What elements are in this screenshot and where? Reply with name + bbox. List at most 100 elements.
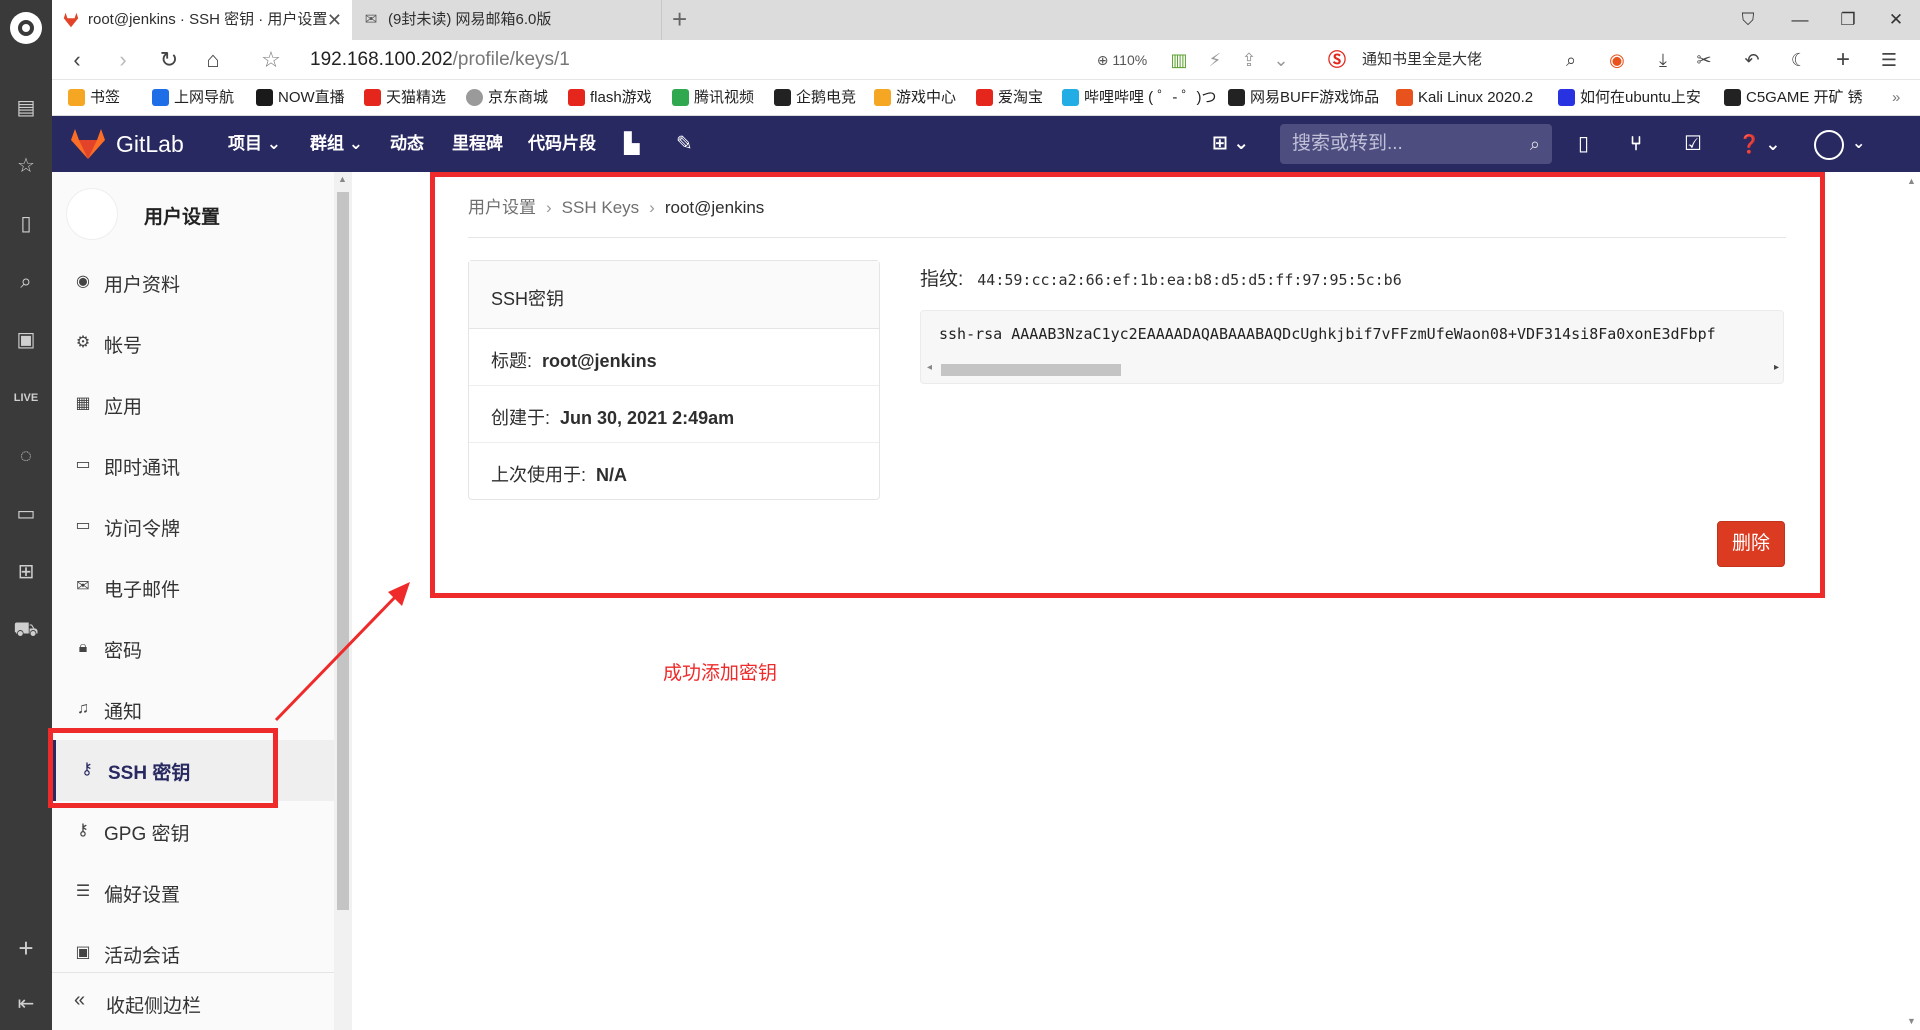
bookmarks-more-icon[interactable]: » [1892, 80, 1900, 116]
download-icon[interactable]: ⤓ [1648, 40, 1678, 80]
scroll-up-icon[interactable]: ▲ [1907, 176, 1916, 186]
reader-icon[interactable]: ▤ [12, 94, 40, 122]
bookmark-favicon-icon [774, 89, 791, 106]
bookmark-item[interactable]: 爱淘宝 [976, 80, 1043, 116]
bookmark-item[interactable]: 哔哩哔哩 ( ゜- ゜)つ [1062, 80, 1234, 116]
sidebar-item-applications[interactable]: ▦ 应用 [52, 374, 334, 435]
bookmark-favicon-icon [1228, 89, 1245, 106]
bookmark-favicon-icon [1558, 89, 1575, 106]
flash-icon[interactable]: ⚡ [1200, 40, 1230, 80]
chart-icon[interactable]: ▙ [624, 116, 639, 172]
bookmark-label: 京东商城 [488, 89, 549, 106]
add-icon[interactable]: + [12, 934, 40, 962]
issues-icon[interactable]: ▯ [1578, 116, 1589, 172]
reload-icon[interactable]: ↻ [152, 40, 186, 80]
url-field[interactable]: 192.168.100.202/profile/keys/1 [310, 48, 570, 72]
scroll-up-icon[interactable]: ▲ [338, 174, 347, 184]
zoom-indicator[interactable]: ⊕ 110% [1082, 40, 1162, 80]
search-icon[interactable]: ⌕ [12, 268, 40, 296]
nav-snippets[interactable]: 代码片段 [528, 116, 596, 172]
dropdown-chevron-icon[interactable]: ⌄ [1266, 40, 1296, 80]
bookmark-item[interactable]: flash游戏 [568, 80, 652, 116]
sidebar-header[interactable]: 用户设置 [66, 186, 326, 242]
skin-icon[interactable]: ⛉ [1728, 0, 1768, 40]
live-icon[interactable]: LIVE [12, 384, 40, 412]
search-box[interactable]: ⌕ [1280, 124, 1552, 164]
favorites-star-icon[interactable]: ☆ [12, 152, 40, 180]
wrench-icon[interactable]: ✎ [676, 116, 693, 172]
search-go-icon[interactable]: ⌕ [1556, 40, 1586, 80]
sidebar-item-access-tokens[interactable]: ▭ 访问令牌 [52, 496, 334, 557]
bookmark-item[interactable]: 腾讯视频 [672, 80, 754, 116]
menu-icon[interactable]: ☰ [1874, 40, 1904, 80]
nav-groups[interactable]: 群组 ⌄ [310, 116, 363, 172]
home-icon[interactable]: ⌂ [196, 40, 230, 80]
chat-bubble-icon[interactable]: ◌ [12, 442, 40, 470]
book-icon[interactable]: ▯ [12, 210, 40, 238]
mail-favicon-icon: ✉ [364, 11, 378, 28]
reading-mode-icon[interactable]: ▥ [1164, 40, 1194, 80]
gitlab-brand[interactable]: GitLab [116, 116, 184, 172]
bookmark-item[interactable]: Kali Linux 2020.2 [1396, 80, 1556, 116]
sidebar-item-chat[interactable]: ▭ 即时通讯 [52, 435, 334, 496]
nav-milestones[interactable]: 里程碑 [452, 116, 503, 172]
nav-activity[interactable]: 动态 [390, 116, 424, 172]
tab-close-icon[interactable]: ✕ [327, 0, 342, 40]
help-icon[interactable]: ❓ ⌄ [1738, 116, 1781, 172]
video-icon[interactable]: ▣ [12, 326, 40, 354]
briefcase-icon[interactable]: ▭ [12, 500, 40, 528]
forward-icon[interactable]: › [106, 40, 140, 80]
restore-icon[interactable]: ❐ [1828, 0, 1868, 40]
new-tab-icon[interactable]: + [672, 0, 687, 38]
gitlab-header: GitLab 项目 ⌄ 群组 ⌄ 动态 里程碑 代码片段 ▙ ✎ ⊞ ⌄ ⌕ ▯… [52, 116, 1920, 172]
bookmark-item[interactable]: 如何在ubuntu上安 [1558, 80, 1720, 116]
minimize-icon[interactable]: — [1780, 0, 1820, 40]
todo-icon[interactable]: ☑ [1684, 116, 1702, 172]
search-hint[interactable]: 通知书里全是大佬 [1362, 40, 1482, 80]
gitlab-logo-icon[interactable] [70, 128, 106, 160]
search-input[interactable] [1292, 124, 1512, 164]
bookmark-label: flash游戏 [590, 89, 652, 106]
browser-logo-icon[interactable] [10, 12, 42, 44]
merge-request-icon[interactable]: ⑂ [1630, 116, 1642, 172]
avatar[interactable] [1814, 130, 1844, 160]
annotation-highlight-main [430, 172, 1825, 598]
scroll-down-icon[interactable]: ▼ [1907, 1016, 1916, 1026]
game-icon[interactable]: ◉ [1602, 40, 1632, 80]
tab-gitlab[interactable]: root@jenkins · SSH 密钥 · 用户设置 ✕ [52, 0, 352, 40]
undo-icon[interactable]: ↶ [1734, 40, 1770, 80]
chat-icon: ▭ [75, 456, 91, 473]
page-scrollbar[interactable]: ▲ ▼ [1904, 172, 1920, 1030]
bookmark-star-icon[interactable]: ☆ [254, 40, 288, 80]
sidebar-item-preferences[interactable]: ☰ 偏好设置 [52, 862, 334, 923]
night-mode-icon[interactable]: ☾ [1784, 40, 1814, 80]
share-icon[interactable]: ⇪ [1234, 40, 1264, 80]
sidebar-item-sessions[interactable]: ▣ 活动会话 [52, 923, 334, 972]
bookmark-item[interactable]: 上网导航 [152, 80, 234, 116]
sidebar-item-account[interactable]: ⚙ 帐号 [52, 313, 334, 374]
screenshot-icon[interactable]: ✂ [1686, 40, 1722, 80]
cart-icon[interactable]: ⛟ [12, 616, 40, 644]
tab-mail[interactable]: ✉ (9封未读) 网易邮箱6.0版 [352, 0, 662, 40]
chevron-down-icon[interactable]: ⌄ [1852, 116, 1865, 172]
bookmark-item[interactable]: C5GAME 开矿 锈 [1724, 80, 1888, 116]
sidebar-item-profile[interactable]: ◉ 用户资料 [52, 252, 334, 313]
bookmark-item[interactable]: 企鹅电竞 [774, 80, 856, 116]
bookmark-item[interactable]: 游戏中心 [874, 80, 956, 116]
collapse-rail-icon[interactable]: ⇤ [12, 990, 40, 1018]
close-window-icon[interactable]: ✕ [1876, 0, 1916, 40]
translate-icon[interactable]: ⊞ [12, 558, 40, 586]
sogou-search-icon[interactable]: Ⓢ [1322, 40, 1352, 80]
bookmark-item[interactable]: 天猫精选 [364, 80, 446, 116]
collapse-sidebar-button[interactable]: « 收起侧边栏 [52, 972, 334, 1030]
new-dropdown-icon[interactable]: ⊞ ⌄ [1212, 116, 1249, 172]
bookmark-item[interactable]: 京东商城 [466, 80, 548, 116]
back-icon[interactable]: ‹ [60, 40, 94, 80]
bookmark-item[interactable]: 书签 [68, 80, 120, 116]
bookmark-item[interactable]: 网易BUFF游戏饰品 [1228, 80, 1394, 116]
sidebar-item-gpg-keys[interactable]: ⚷ GPG 密钥 [52, 801, 334, 862]
bookmark-item[interactable]: NOW直播 [256, 80, 345, 116]
nav-projects[interactable]: 项目 ⌄ [228, 116, 281, 172]
extension-add-icon[interactable]: + [1828, 40, 1858, 80]
sidebar-scrollbar-thumb[interactable] [337, 192, 349, 910]
